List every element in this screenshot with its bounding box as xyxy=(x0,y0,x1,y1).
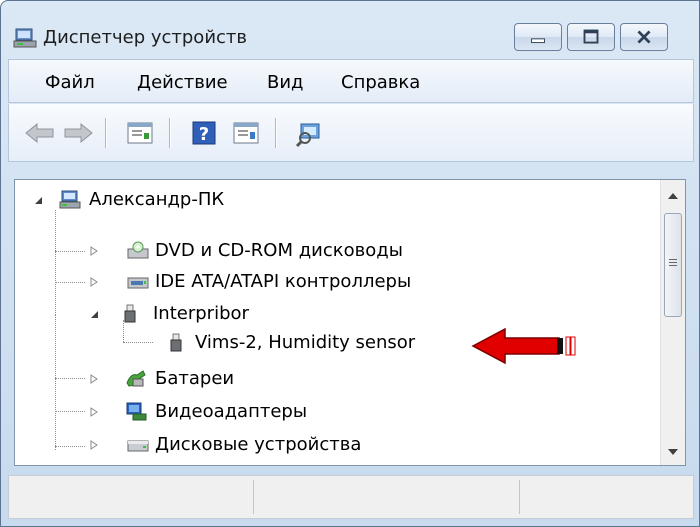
title-bar[interactable]: Диспетчер устройств xyxy=(1,1,700,57)
status-segment xyxy=(9,480,254,514)
menu-view[interactable]: Вид xyxy=(267,72,304,93)
ide-controller-icon xyxy=(127,277,149,289)
disk-drive-icon xyxy=(127,440,149,452)
close-button[interactable] xyxy=(620,23,668,51)
forward-icon[interactable] xyxy=(61,118,95,148)
computer-icon xyxy=(59,190,81,209)
tree-item[interactable]: Дисковые устройства xyxy=(15,432,655,458)
maximize-icon xyxy=(583,29,599,44)
tree-item-label: Видеоадаптеры xyxy=(155,401,308,422)
expand-icon[interactable] xyxy=(89,246,99,256)
display-adapter-icon xyxy=(126,402,147,421)
tree-item-label: Vims-2, Humidity sensor xyxy=(195,332,416,353)
tree-item-label: Дисковые устройства xyxy=(155,434,362,455)
vertical-scrollbar[interactable] xyxy=(660,180,685,465)
tree-item-label: Interpribor xyxy=(153,303,249,324)
menu-help[interactable]: Справка xyxy=(341,72,420,93)
tree-item[interactable]: IDE ATA/ATAPI контроллеры xyxy=(15,269,655,295)
close-icon xyxy=(637,30,651,44)
update-driver-icon[interactable] xyxy=(229,118,263,148)
help-icon[interactable]: ? xyxy=(187,118,221,148)
tree-item-label: IDE ATA/ATAPI контроллеры xyxy=(155,271,412,292)
scrollbar-thumb[interactable] xyxy=(664,213,682,317)
expand-icon[interactable] xyxy=(89,440,99,450)
window-title: Диспетчер устройств xyxy=(43,27,248,48)
collapse-icon[interactable] xyxy=(89,309,99,319)
dvd-drive-icon xyxy=(127,241,149,259)
scroll-down-icon[interactable] xyxy=(661,442,685,462)
tree-item[interactable]: Батареи xyxy=(15,366,655,392)
device-tree: Александр-ПК DVD и CD-ROM дисководы IDE … xyxy=(14,179,686,466)
toolbar-separator xyxy=(105,118,107,148)
toolbar-separator xyxy=(169,118,171,148)
svg-text:?: ? xyxy=(199,124,209,145)
battery-icon xyxy=(126,370,146,387)
status-segment xyxy=(521,480,691,514)
scan-hardware-icon[interactable] xyxy=(293,118,327,148)
maximize-button[interactable] xyxy=(567,23,615,51)
status-bar xyxy=(8,475,694,519)
minimize-icon xyxy=(531,38,545,44)
status-segment xyxy=(255,480,520,514)
scroll-up-icon[interactable] xyxy=(661,186,685,206)
grip-icon xyxy=(669,259,677,266)
toolbar-separator xyxy=(275,118,277,148)
expand-icon[interactable] xyxy=(89,407,99,417)
menu-bar: Файл Действие Вид Справка xyxy=(8,59,694,103)
tree-root[interactable]: Александр-ПК xyxy=(15,187,655,213)
expand-icon[interactable] xyxy=(89,277,99,287)
tree-item-label: DVD и CD-ROM дисководы xyxy=(155,240,403,261)
device-manager-window: Диспетчер устройств Файл Действие Вид Сп… xyxy=(0,0,700,527)
tree-item-label: Батареи xyxy=(155,368,235,389)
toolbar: ? xyxy=(8,104,694,162)
back-icon[interactable] xyxy=(23,118,57,148)
usb-device-icon xyxy=(124,304,136,323)
device-manager-icon xyxy=(13,28,37,48)
tree-item[interactable]: DVD и CD-ROM дисководы xyxy=(15,238,655,264)
tree-root-label: Александр-ПК xyxy=(89,189,225,210)
minimize-button[interactable] xyxy=(514,23,562,51)
collapse-icon[interactable] xyxy=(33,195,43,205)
usb-device-icon xyxy=(170,333,182,352)
menu-file[interactable]: Файл xyxy=(45,72,95,93)
expand-icon[interactable] xyxy=(89,374,99,384)
tree-item[interactable]: Видеоадаптеры xyxy=(15,399,655,425)
properties-icon[interactable] xyxy=(123,118,157,148)
tree-item[interactable]: Interpribor xyxy=(15,301,655,327)
red-arrow-annotation xyxy=(471,327,576,365)
menu-action[interactable]: Действие xyxy=(137,72,228,93)
